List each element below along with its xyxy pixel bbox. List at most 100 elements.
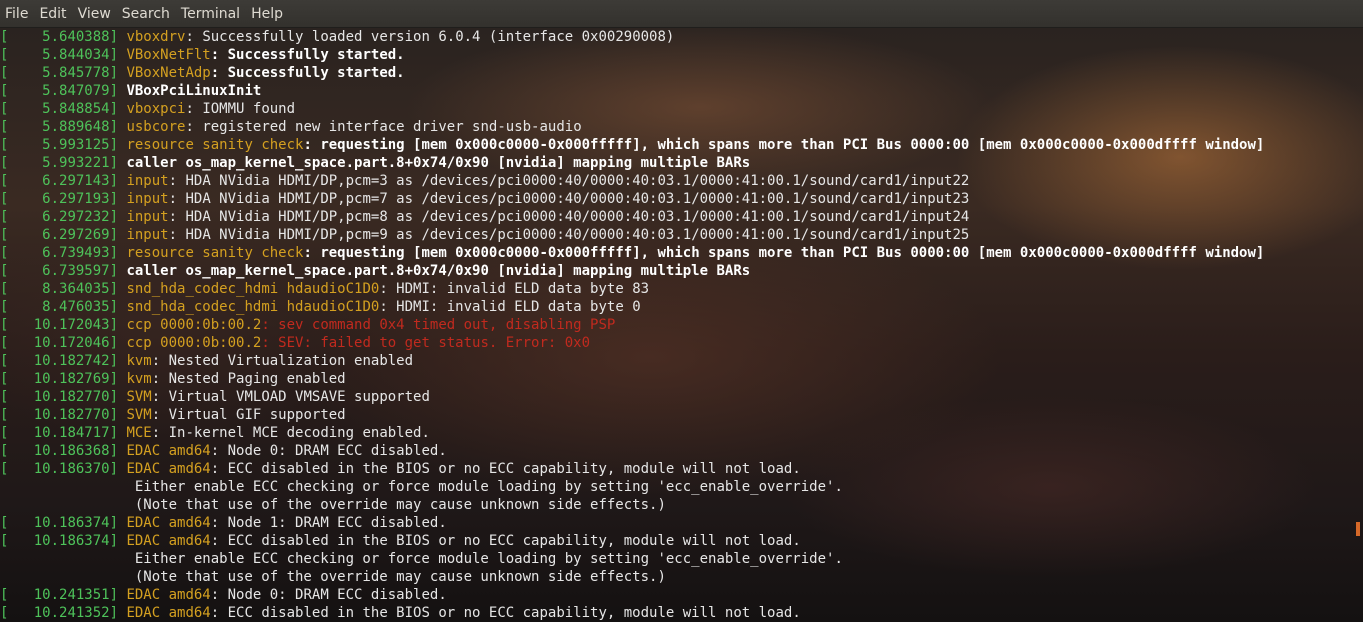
timestamp-close-bracket: ] <box>109 335 127 351</box>
log-message: : sev command 0x4 timed out, disabling P… <box>261 317 616 333</box>
timestamp-close-bracket: ] <box>109 245 127 261</box>
timestamp-close-bracket: ] <box>109 209 127 225</box>
terminal-line: [ 10.182770] SVM: Virtual VMLOAD VMSAVE … <box>0 388 1355 406</box>
log-message: caller os_map_kernel_space.part.8+0x74/0… <box>126 263 751 279</box>
terminal-line: [ 10.172043] ccp 0000:0b:00.2: sev comma… <box>0 316 1355 334</box>
terminal-line: [ 10.172046] ccp 0000:0b:00.2: SEV: fail… <box>0 334 1355 352</box>
timestamp-close-bracket: ] <box>109 425 127 441</box>
timestamp-close-bracket: ] <box>109 281 127 297</box>
subsystem-name: VBoxNetFlt <box>126 47 211 63</box>
subsystem-name: vboxdrv <box>126 29 186 45</box>
timestamp: 10.186370 <box>8 461 110 477</box>
terminal-line: [ 10.184717] MCE: In-kernel MCE decoding… <box>0 424 1355 442</box>
timestamp-close-bracket: ] <box>109 227 127 243</box>
timestamp: 6.297269 <box>8 227 110 243</box>
log-message: : ECC disabled in the BIOS or no ECC cap… <box>210 605 801 621</box>
subsystem-name: resource sanity check <box>126 245 304 261</box>
timestamp: 6.739597 <box>8 263 110 279</box>
timestamp-close-bracket: ] <box>109 533 127 549</box>
timestamp: 8.476035 <box>8 299 110 315</box>
timestamp: 5.848854 <box>8 101 110 117</box>
subsystem-name: resource sanity check <box>126 137 304 153</box>
log-message: : Nested Paging enabled <box>151 371 346 387</box>
timestamp-close-bracket: ] <box>109 353 127 369</box>
terminal-line: [ 10.186370] EDAC amd64: ECC disabled in… <box>0 460 1355 478</box>
log-message: VBoxPciLinuxInit <box>126 83 262 99</box>
subsystem-name: EDAC amd64 <box>126 587 211 603</box>
log-message: : Node 0: DRAM ECC disabled. <box>210 587 447 603</box>
log-message: : HDA NVidia HDMI/DP,pcm=8 as /devices/p… <box>168 209 970 225</box>
log-message: : Virtual VMLOAD VMSAVE supported <box>151 389 430 405</box>
log-message: caller os_map_kernel_space.part.8+0x74/0… <box>126 155 751 171</box>
timestamp: 6.739493 <box>8 245 110 261</box>
terminal-line: [ 6.739597] caller os_map_kernel_space.p… <box>0 262 1355 280</box>
terminal-line: (Note that use of the override may cause… <box>0 496 1355 514</box>
timestamp: 5.844034 <box>8 47 110 63</box>
subsystem-name: SVM <box>126 389 152 405</box>
subsystem-name: EDAC amd64 <box>126 443 211 459</box>
subsystem-name: input <box>126 173 169 189</box>
menu-edit[interactable]: Edit <box>34 6 72 22</box>
menu-view[interactable]: View <box>73 6 117 22</box>
terminal-line: [ 5.889648] usbcore: registered new inte… <box>0 118 1355 136</box>
timestamp: 10.172043 <box>8 317 110 333</box>
subsystem-name: kvm <box>126 371 152 387</box>
terminal-line: [ 10.186368] EDAC amd64: Node 0: DRAM EC… <box>0 442 1355 460</box>
subsystem-name: input <box>126 209 169 225</box>
timestamp: 5.847079 <box>8 83 110 99</box>
terminal-line: [ 5.993125] resource sanity check: reque… <box>0 136 1355 154</box>
scrollbar-position-marker[interactable] <box>1356 522 1360 536</box>
log-message: Either enable ECC checking or force modu… <box>0 551 843 567</box>
menu-search[interactable]: Search <box>117 6 176 22</box>
timestamp: 5.993125 <box>8 137 110 153</box>
subsystem-name: input <box>126 227 169 243</box>
timestamp: 5.889648 <box>8 119 110 135</box>
timestamp: 5.993221 <box>8 155 110 171</box>
terminal-line: (Note that use of the override may cause… <box>0 568 1355 586</box>
timestamp-close-bracket: ] <box>109 443 127 459</box>
timestamp-close-bracket: ] <box>109 263 127 279</box>
timestamp: 6.297193 <box>8 191 110 207</box>
subsystem-name: EDAC amd64 <box>126 533 211 549</box>
log-message: : Successfully started. <box>210 65 405 81</box>
timestamp: 10.184717 <box>8 425 110 441</box>
timestamp-close-bracket: ] <box>109 119 127 135</box>
timestamp: 5.845778 <box>8 65 110 81</box>
timestamp: 10.241352 <box>8 605 110 621</box>
subsystem-name: ccp 0000:0b:00.2 <box>126 335 262 351</box>
menu-file[interactable]: File <box>0 6 34 22</box>
terminal-line: [ 10.186374] EDAC amd64: ECC disabled in… <box>0 532 1355 550</box>
timestamp-close-bracket: ] <box>109 83 127 99</box>
subsystem-name: kvm <box>126 353 152 369</box>
log-message: : ECC disabled in the BIOS or no ECC cap… <box>210 533 801 549</box>
log-message: : HDMI: invalid ELD data byte 83 <box>379 281 650 297</box>
timestamp: 10.186368 <box>8 443 110 459</box>
terminal-line: [ 5.847079] VBoxPciLinuxInit <box>0 82 1355 100</box>
log-message: : ECC disabled in the BIOS or no ECC cap… <box>210 461 801 477</box>
log-message: : Successfully loaded version 6.0.4 (int… <box>185 29 675 45</box>
subsystem-name: SVM <box>126 407 152 423</box>
terminal-line: [ 5.845778] VBoxNetAdp: Successfully sta… <box>0 64 1355 82</box>
timestamp-close-bracket: ] <box>109 137 127 153</box>
menu-help[interactable]: Help <box>246 6 289 22</box>
terminal-line: [ 5.640388] vboxdrv: Successfully loaded… <box>0 28 1355 46</box>
log-message: : registered new interface driver snd-us… <box>185 119 582 135</box>
log-message: Either enable ECC checking or force modu… <box>0 479 843 495</box>
menu-terminal[interactable]: Terminal <box>176 6 246 22</box>
timestamp-close-bracket: ] <box>109 515 127 531</box>
timestamp-close-bracket: ] <box>109 47 127 63</box>
subsystem-name: input <box>126 191 169 207</box>
timestamp-close-bracket: ] <box>109 29 127 45</box>
terminal-output[interactable]: [ 5.640388] vboxdrv: Successfully loaded… <box>0 28 1355 622</box>
terminal-line: Either enable ECC checking or force modu… <box>0 550 1355 568</box>
subsystem-name: VBoxNetAdp <box>126 65 211 81</box>
terminal-line: [ 6.297269] input: HDA NVidia HDMI/DP,pc… <box>0 226 1355 244</box>
log-message: : IOMMU found <box>185 101 296 117</box>
timestamp: 5.640388 <box>8 29 110 45</box>
timestamp: 6.297143 <box>8 173 110 189</box>
timestamp-close-bracket: ] <box>109 371 127 387</box>
timestamp-close-bracket: ] <box>109 587 127 603</box>
log-message: : Node 1: DRAM ECC disabled. <box>210 515 447 531</box>
menu-bar: File Edit View Search Terminal Help <box>0 0 1363 28</box>
timestamp: 10.182742 <box>8 353 110 369</box>
